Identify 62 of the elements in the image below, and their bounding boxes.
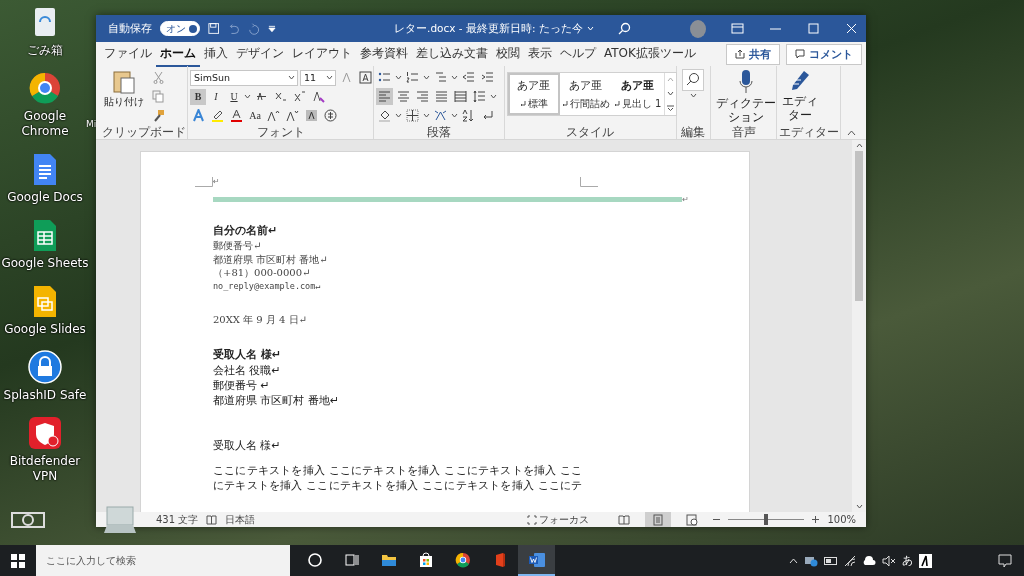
italic-button[interactable]: I — [208, 88, 224, 105]
ribbon-tab[interactable]: ホーム — [156, 41, 200, 67]
ribbon-tab[interactable]: 参考資料 — [356, 41, 412, 67]
paste-button[interactable]: 貼り付け — [102, 69, 146, 125]
ribbon-tab[interactable]: デザイン — [232, 41, 288, 67]
text-line: 郵便番号↵ — [213, 239, 263, 253]
share-button[interactable]: 共有 — [726, 43, 780, 65]
text-line: 都道府県 市区町村 番地↵ — [213, 252, 329, 266]
group-label: クリップボード — [101, 125, 186, 139]
search-field[interactable]: ここに入力して検索 — [36, 545, 290, 576]
ribbon-tab[interactable]: ファイル — [100, 41, 156, 67]
desktop-icon-label[interactable]: Mi — [86, 119, 97, 129]
comment-button[interactable]: コメント — [786, 43, 862, 65]
ribbon-tab[interactable]: ATOK拡張ツール — [600, 41, 700, 67]
text-line: 20XX 年 9 月 4 日↵ — [213, 312, 308, 326]
dictate-button[interactable]: ディクテーション — [713, 69, 779, 125]
group-label: スタイル — [566, 125, 615, 139]
style-option[interactable]: あア亜 見出し 1 — [611, 73, 664, 115]
ribbon-tab[interactable]: ヘルプ — [556, 41, 600, 67]
heading-text: 自分の名前↵ — [213, 223, 279, 239]
underline-button[interactable]: U — [226, 88, 242, 105]
change-case-button[interactable]: Aa — [247, 107, 263, 124]
autosave-label: 自動保存 — [108, 21, 152, 36]
style-option[interactable]: あア亜 行間詰め — [559, 73, 612, 115]
paragraph-mark: ↵ — [213, 177, 220, 186]
ribbon-tab[interactable]: 校閲 — [492, 41, 524, 67]
style-option[interactable]: あア亜 標準 — [507, 73, 560, 115]
desktop-icon-label[interactable]: Google Sheets — [1, 256, 89, 271]
ribbon-tab[interactable]: 挿入 — [200, 41, 232, 67]
group-label: 編集 — [681, 125, 706, 139]
desktop-icon-label[interactable]: Google Slides — [4, 322, 86, 337]
group-label: 音声 — [731, 125, 756, 139]
input-mode-indicator[interactable]: あ — [902, 553, 913, 568]
heading-text: 受取人名 様↵ — [213, 347, 283, 363]
group-label: エディター — [778, 125, 839, 139]
text-line: 会社名 役職↵ — [213, 363, 282, 378]
desktop-icon-label[interactable]: ごみ箱 — [27, 43, 63, 58]
editor-button[interactable]: エディター — [779, 69, 821, 125]
language-label[interactable]: 日本語 — [225, 512, 256, 527]
autosave-toggle[interactable]: オン — [160, 21, 200, 36]
body-paragraph: ここにテキストを挿入 ここにテキストを挿入 ここにテキストを挿入 ここにテキストを挿入 ここにテキストを挿入 ここにテキストを挿入 ここにテ — [213, 463, 584, 493]
group-label: 段落 — [426, 125, 451, 139]
ribbon-tab[interactable]: レイアウト — [288, 41, 356, 67]
text-line: 都道府県 市区町村 番地↵ — [213, 393, 341, 408]
ribbon-tab[interactable]: 差し込み文書 — [412, 41, 492, 67]
text-line: 受取人名 様↵ — [213, 438, 282, 453]
desktop-icon-label[interactable]: SplashID Safe — [3, 388, 87, 403]
focus-button[interactable]: フォーカス — [527, 512, 590, 527]
text-line: 郵便番号 ↵ — [213, 378, 271, 393]
email-text: no_reply@example.com↵ — [213, 279, 322, 293]
desktop-icon-label[interactable]: Bitdefender VPN — [0, 454, 90, 484]
zoom-level[interactable]: 100% — [827, 514, 856, 525]
word-count[interactable]: 431 文字 — [156, 512, 199, 527]
paragraph-mark: ↵ — [682, 195, 689, 204]
window-title: レター.docx - 最終更新日時: たった今 — [394, 21, 583, 36]
font-name-field[interactable]: SimSun — [190, 69, 298, 86]
font-size-field[interactable]: 11 — [300, 69, 336, 86]
ribbon-tab[interactable]: 表示 — [524, 41, 556, 67]
bold-button[interactable]: B — [190, 88, 206, 105]
desktop-icon-label[interactable]: Google Docs — [7, 190, 83, 205]
group-label: フォント — [256, 125, 305, 139]
text-line: （+81）000-0000↵ — [213, 266, 312, 280]
